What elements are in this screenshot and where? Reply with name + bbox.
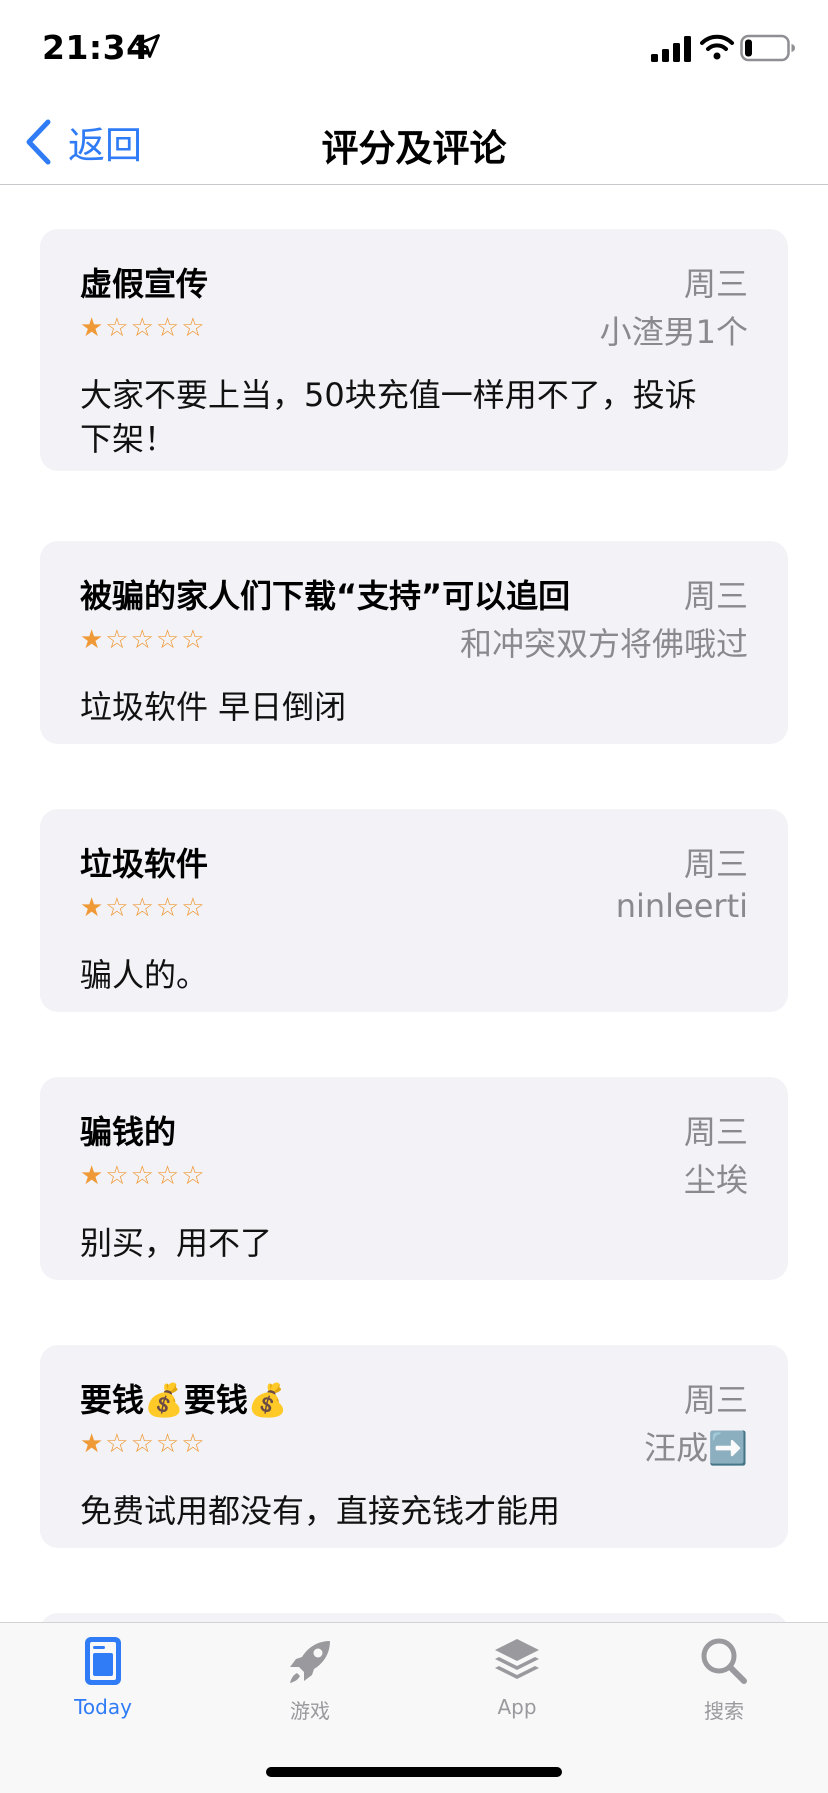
tab-label: 搜索 — [704, 1699, 744, 1723]
rocket-icon — [290, 1641, 330, 1683]
status-bar: 21:34 — [0, 0, 828, 100]
tab-label: Today — [74, 1695, 132, 1719]
review-author: 汪成➡️ — [644, 1429, 748, 1467]
star-rating: ★☆☆☆☆ — [80, 1429, 207, 1459]
review-title: 骗钱的 — [80, 1113, 177, 1151]
star-rating: ★☆☆☆☆ — [80, 1161, 207, 1191]
star-rating: ★☆☆☆☆ — [80, 313, 207, 343]
tab-apps[interactable]: App — [437, 1635, 597, 1745]
review-title: 被骗的家人们下载“支持”可以追回 — [80, 577, 571, 615]
layers-icon — [495, 1639, 539, 1679]
tab-games[interactable]: 游戏 — [230, 1635, 390, 1745]
review-body: 免费试用都没有，直接充钱才能用 — [80, 1492, 561, 1530]
review-title: 虚假宣传 — [80, 265, 209, 303]
review-author: 和冲突双方将佛哦过 — [459, 625, 748, 663]
review-author: 尘埃 — [683, 1161, 748, 1199]
battery-icon — [740, 34, 795, 62]
review-card[interactable]: 要钱💰要钱💰 周三 ★☆☆☆☆ 汪成➡️ 免费试用都没有，直接充钱才能用 — [40, 1345, 788, 1548]
review-date: 周三 — [683, 577, 748, 615]
star-rating: ★☆☆☆☆ — [80, 625, 207, 655]
today-icon — [85, 1637, 121, 1685]
star-rating: ★☆☆☆☆ — [80, 893, 207, 923]
search-icon — [701, 1638, 747, 1684]
review-date: 周三 — [683, 845, 748, 883]
review-date: 周三 — [683, 1381, 748, 1419]
review-title: 要钱💰要钱💰 — [80, 1381, 288, 1419]
review-author: 小渣男1个 — [599, 313, 748, 351]
review-body: 骗人的。 — [80, 956, 209, 994]
review-title: 垃圾软件 — [80, 845, 209, 883]
cellular-signal-icon — [651, 36, 691, 62]
tab-label: App — [497, 1695, 537, 1719]
review-card-partial — [40, 1613, 788, 1622]
review-card[interactable]: 被骗的家人们下载“支持”可以追回 周三 ★☆☆☆☆ 和冲突双方将佛哦过 垃圾软件… — [40, 541, 788, 744]
review-date: 周三 — [683, 1113, 748, 1151]
tab-search[interactable]: 搜索 — [644, 1635, 804, 1745]
review-list[interactable]: 虚假宣传 周三 ★☆☆☆☆ 小渣男1个 大家不要上当，50块充值一样用不了，投诉… — [0, 185, 828, 1622]
page-title: 评分及评论 — [321, 127, 507, 170]
review-author: ninleerti — [615, 887, 748, 925]
review-body: 别买，用不了 — [80, 1224, 273, 1262]
tab-today[interactable]: Today — [23, 1635, 183, 1745]
review-card[interactable]: 虚假宣传 周三 ★☆☆☆☆ 小渣男1个 大家不要上当，50块充值一样用不了，投诉… — [40, 229, 788, 471]
tab-label: 游戏 — [290, 1699, 330, 1723]
navigation-bar: 返回 评分及评论 — [0, 100, 828, 185]
home-indicator[interactable] — [266, 1767, 562, 1777]
review-body: 大家不要上当，50块充值一样用不了，投诉下架！ — [80, 376, 697, 458]
review-card[interactable]: 垃圾软件 周三 ★☆☆☆☆ ninleerti 骗人的。 — [40, 809, 788, 1012]
wifi-icon — [700, 34, 734, 60]
review-card[interactable]: 骗钱的 周三 ★☆☆☆☆ 尘埃 别买，用不了 — [40, 1077, 788, 1280]
review-body: 垃圾软件 早日倒闭 — [80, 688, 347, 726]
location-arrow-icon — [136, 34, 160, 58]
review-date: 周三 — [683, 265, 748, 303]
